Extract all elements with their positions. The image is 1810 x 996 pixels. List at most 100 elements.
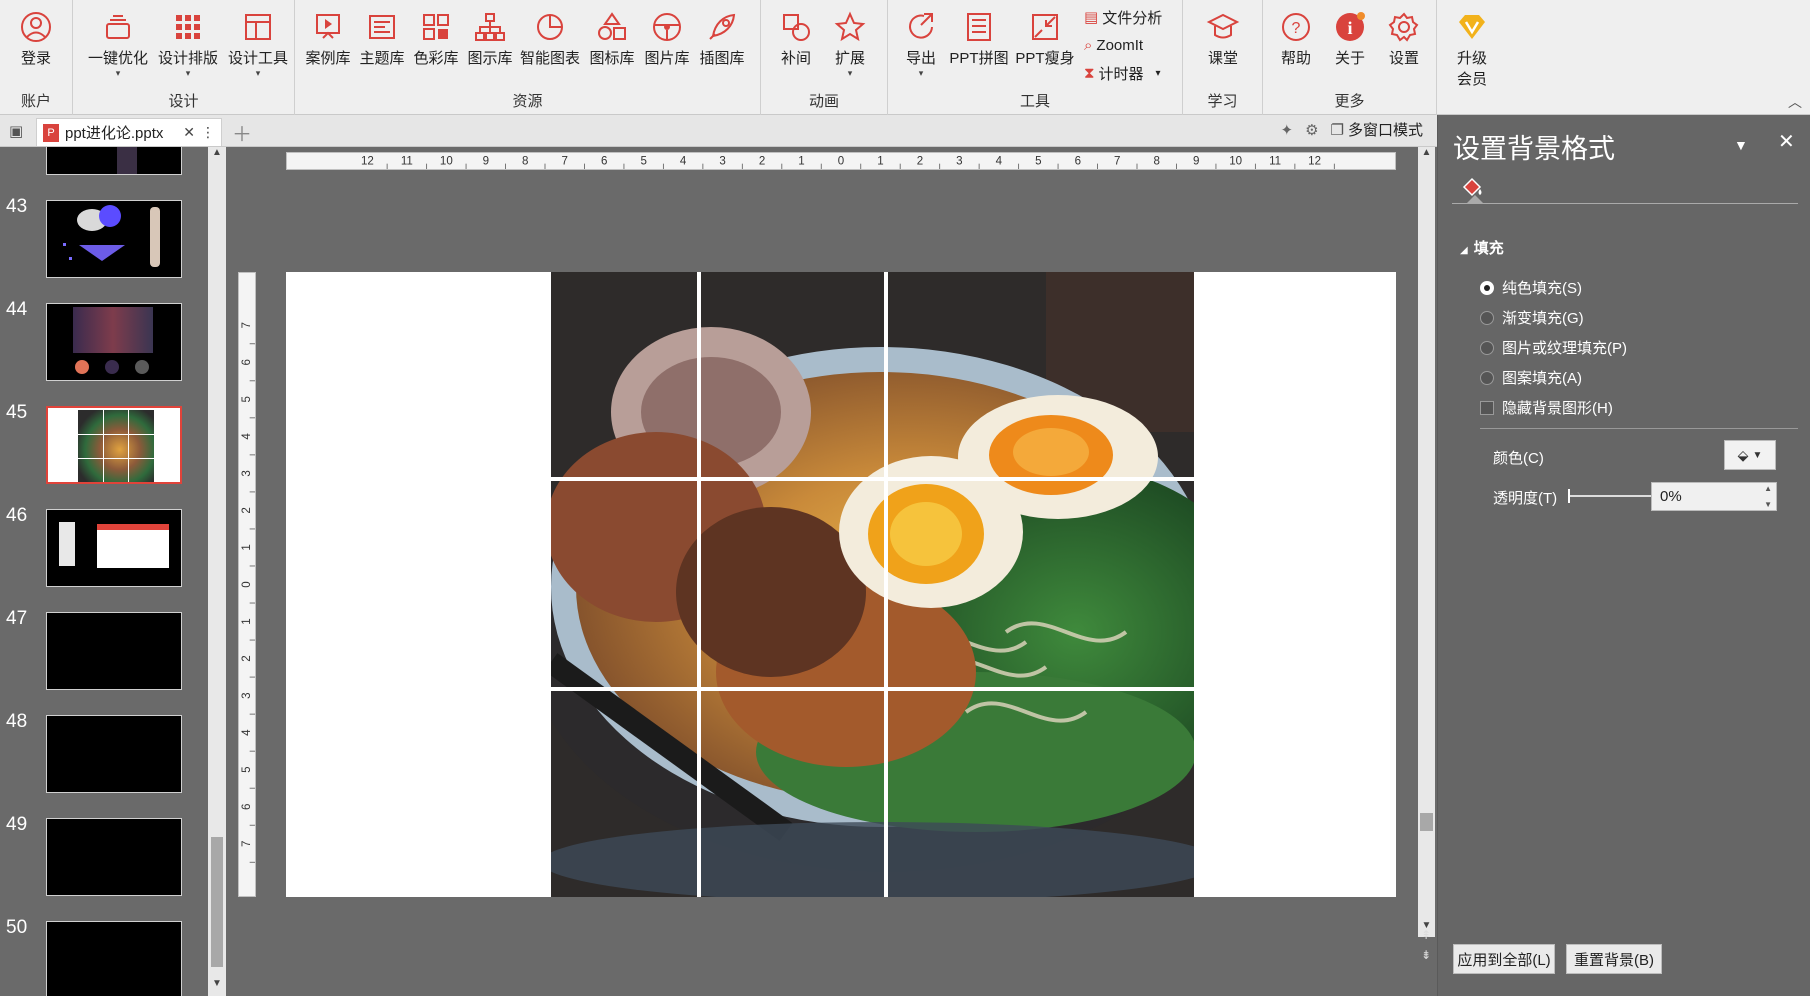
slide-thumbnail[interactable] <box>46 509 182 587</box>
ruler-tick-label: 5 <box>640 156 646 168</box>
slider-handle[interactable] <box>1568 489 1570 503</box>
document-icon <box>369 15 395 39</box>
group-animation: 补间 扩展 ▾ 动画 <box>761 0 888 115</box>
settings-gear-icon[interactable]: ⚙ <box>1305 121 1318 139</box>
ruler-tick-label: 7 <box>241 322 253 328</box>
spinner-down-icon[interactable]: ▼ <box>1764 500 1772 509</box>
hide-background-graphics-option[interactable]: 隐藏背景图形(H) <box>1480 397 1613 418</box>
user-icon <box>21 12 51 42</box>
hide-background-graphics-checkbox[interactable] <box>1480 400 1494 415</box>
chevron-down-icon: ▾ <box>1155 67 1161 79</box>
grid-icon <box>176 15 200 39</box>
icon-library-button[interactable]: 图标库 <box>585 6 639 86</box>
slide-thumbnail[interactable] <box>46 303 182 381</box>
multi-window-mode-button[interactable]: ❐ 多窗口模式 <box>1331 119 1423 140</box>
info-icon: i <box>1336 12 1365 41</box>
previous-slide-icon[interactable]: ⇞ <box>1421 928 1431 942</box>
theme-library-button[interactable]: 主题库 <box>355 6 409 86</box>
more-vertical-icon[interactable]: ⋮ <box>201 124 221 141</box>
slide-thumbnail[interactable] <box>46 921 182 996</box>
ruler-tick-label: 7 <box>241 841 253 847</box>
close-panel-icon[interactable]: ✕ <box>1778 129 1795 154</box>
slide-thumbnail[interactable] <box>46 818 182 896</box>
graduation-cap-icon <box>1206 13 1240 39</box>
canvas-scrollbar[interactable]: ▲ ▼ <box>1418 147 1435 937</box>
one-click-optimize-button[interactable]: 一键优化 ▾ <box>83 6 153 86</box>
ruler-tick-label: 5 <box>241 766 253 772</box>
slide-thumbnail[interactable] <box>46 715 182 793</box>
scroll-up-icon[interactable]: ▲ <box>1418 147 1435 164</box>
ruler-tick-label: 3 <box>241 692 253 698</box>
picture-fill-radio[interactable] <box>1480 340 1494 355</box>
ruler-tick-label: 4 <box>241 433 253 440</box>
magic-wand-icon[interactable]: ✦ <box>1281 121 1294 139</box>
ruler-tick-label: 8 <box>522 156 528 168</box>
spinner-up-icon[interactable]: ▲ <box>1764 484 1772 493</box>
scroll-down-icon[interactable]: ▼ <box>208 978 226 996</box>
ruler-tick-label: 7 <box>1114 156 1120 168</box>
extend-button[interactable]: 扩展 ▾ <box>823 6 877 86</box>
ruler-tick-label: 0 <box>241 581 253 587</box>
reset-background-button[interactable]: 重置背景(B) <box>1566 944 1662 974</box>
classroom-button[interactable]: 课堂 <box>1196 6 1250 86</box>
collapse-ribbon-icon[interactable]: ︿ <box>1788 92 1802 112</box>
color-library-button[interactable]: 色彩库 <box>409 6 463 86</box>
apply-to-all-button[interactable]: 应用到全部(L) <box>1453 944 1555 974</box>
panel-options-chevron-icon[interactable]: ▼ <box>1734 137 1748 153</box>
home-tab-icon[interactable]: ▣ <box>9 122 23 140</box>
ruler-tick-label: 12 <box>1308 156 1321 168</box>
ppt-slim-button[interactable]: PPT瘦身 <box>1014 6 1076 86</box>
vertical-ruler: 7 6 5 4 3 2 1 0 1 2 3 4 5 6 7 <box>238 272 256 897</box>
slide-thumbnail[interactable] <box>46 612 182 690</box>
thumbnail-scrollbar[interactable]: ▲ ▼ <box>208 147 226 996</box>
group-upgrade: 升级 会员 <box>1437 0 1507 115</box>
slide-thumbnail-row: 50 <box>0 917 206 996</box>
case-library-button[interactable]: 案例库 <box>301 6 355 86</box>
file-analysis-button[interactable]: ▤ 文件分析 <box>1084 4 1162 30</box>
design-tools-button[interactable]: 设计工具 ▾ <box>223 6 293 86</box>
solid-fill-radio[interactable] <box>1480 280 1494 295</box>
ruler-tick-label: 1 <box>241 618 253 624</box>
scroll-up-icon[interactable]: ▲ <box>208 147 226 165</box>
timer-button[interactable]: ⧗ 计时器 ▾ <box>1084 60 1161 86</box>
fill-section-header[interactable]: ◢ 填充 <box>1460 237 1504 258</box>
color-picker-button[interactable]: ⬙ ▼ <box>1724 440 1776 470</box>
image-library-button[interactable]: 图片库 <box>640 6 694 86</box>
gradient-fill-option[interactable]: 渐变填充(G) <box>1480 307 1584 328</box>
slide-thumbnail-selected[interactable] <box>46 406 182 484</box>
new-tab-icon[interactable]: ＋ <box>232 118 252 147</box>
scrollbar-thumb[interactable] <box>211 837 223 967</box>
pattern-fill-option[interactable]: 图案填充(A) <box>1480 367 1582 388</box>
vip-diamond-icon <box>1459 15 1485 39</box>
next-slide-icon[interactable]: ⇟ <box>1421 948 1431 962</box>
pattern-fill-radio[interactable] <box>1480 370 1494 385</box>
ruler-tick-label: 7 <box>562 156 568 168</box>
transparency-input[interactable]: 0% ▲ ▼ <box>1651 482 1777 511</box>
tween-button[interactable]: 补间 <box>769 6 823 86</box>
ramen-bowl-image-grid[interactable] <box>286 272 1396 897</box>
slide-thumbnail[interactable] <box>46 200 182 278</box>
ruler-tick-label: 4 <box>680 156 687 168</box>
current-slide[interactable] <box>286 272 1396 897</box>
ruler-tick-label: 12 <box>361 156 374 168</box>
smart-chart-button[interactable]: 智能图表 <box>519 6 581 86</box>
settings-button[interactable]: 设置 <box>1377 6 1431 86</box>
layout-icon <box>245 14 271 40</box>
help-button[interactable]: ? 帮助 <box>1269 6 1323 86</box>
illustration-library-button[interactable]: 插图库 <box>695 6 749 86</box>
solid-fill-option[interactable]: 纯色填充(S) <box>1480 277 1582 298</box>
zoomit-button[interactable]: ⌕ ZoomIt <box>1084 32 1143 58</box>
ppt-collage-button[interactable]: PPT拼图 <box>948 6 1010 86</box>
close-tab-icon[interactable]: ✕ <box>183 124 195 141</box>
picture-fill-option[interactable]: 图片或纹理填充(P) <box>1480 337 1627 358</box>
document-tab[interactable]: P ppt进化论.pptx ✕ ⋮ <box>36 118 222 146</box>
about-button[interactable]: i 关于 <box>1323 6 1377 86</box>
chart-library-button[interactable]: 图示库 <box>463 6 517 86</box>
export-button[interactable]: 导出 ▾ <box>894 6 948 86</box>
slide-thumbnail[interactable] <box>46 147 182 175</box>
upgrade-member-button[interactable]: 升级 会员 <box>1445 6 1499 96</box>
design-layout-button[interactable]: 设计排版 ▾ <box>153 6 223 86</box>
gradient-fill-radio[interactable] <box>1480 310 1494 325</box>
login-button[interactable]: 登录 <box>9 6 63 86</box>
scrollbar-thumb[interactable] <box>1420 813 1433 831</box>
